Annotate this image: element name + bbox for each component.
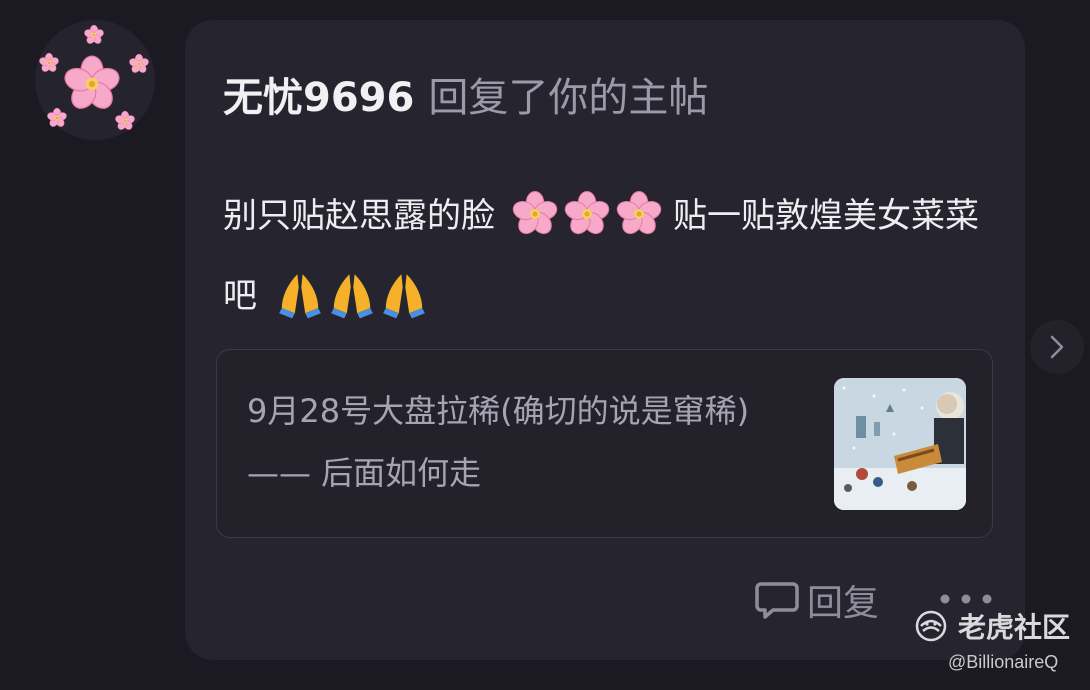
reply-label: 回复 <box>807 583 880 624</box>
tiger-logo-icon <box>915 610 947 642</box>
username[interactable]: 无忧9696 <box>223 75 414 121</box>
more-options-icon[interactable] <box>938 591 998 607</box>
notification-header: 无忧9696 回复了你的主帖 <box>223 74 708 122</box>
watermark-brand: 老虎社区 <box>958 611 1071 644</box>
flower-emoji-group <box>509 190 665 238</box>
cartoon-thumbnail-icon <box>834 378 966 510</box>
chevron-right-icon <box>1050 335 1064 359</box>
avatar[interactable] <box>35 20 155 140</box>
comment-text: 别只贴赵思露的脸 贴一贴敦煌美女菜菜吧 <box>223 176 1003 336</box>
cherry-blossom-avatar-icon <box>38 24 150 132</box>
notification-card[interactable]: 无忧9696 回复了你的主帖 别只贴赵思露的脸 贴一贴敦煌美女菜菜吧 9月28号大… <box>185 20 1025 660</box>
comment-text-part1: 别只贴赵思露的脸 <box>223 196 495 236</box>
watermark: 老虎社区 <box>912 606 1070 646</box>
cherry-blossom-emoji-icon <box>510 190 664 238</box>
next-arrow-button[interactable] <box>1030 320 1084 374</box>
quoted-post-thumbnail <box>834 378 966 510</box>
folded-hands-emoji-icon <box>279 273 425 318</box>
action-text: 回复了你的主帖 <box>428 75 709 121</box>
quoted-post[interactable]: 9月28号大盘拉稀(确切的说是窜稀) —— 后面如何走 <box>216 349 993 538</box>
hands-emoji-group <box>274 273 430 318</box>
comment-bubble-icon <box>755 582 799 619</box>
screen: 无忧9696 回复了你的主帖 别只贴赵思露的脸 贴一贴敦煌美女菜菜吧 9月28号大… <box>0 0 1090 690</box>
reply-button[interactable]: 回复 <box>755 576 881 624</box>
quoted-post-title: 9月28号大盘拉稀(确切的说是窜稀) —— 后面如何走 <box>247 392 750 492</box>
watermark-handle: @BillionaireQ <box>948 652 1059 672</box>
